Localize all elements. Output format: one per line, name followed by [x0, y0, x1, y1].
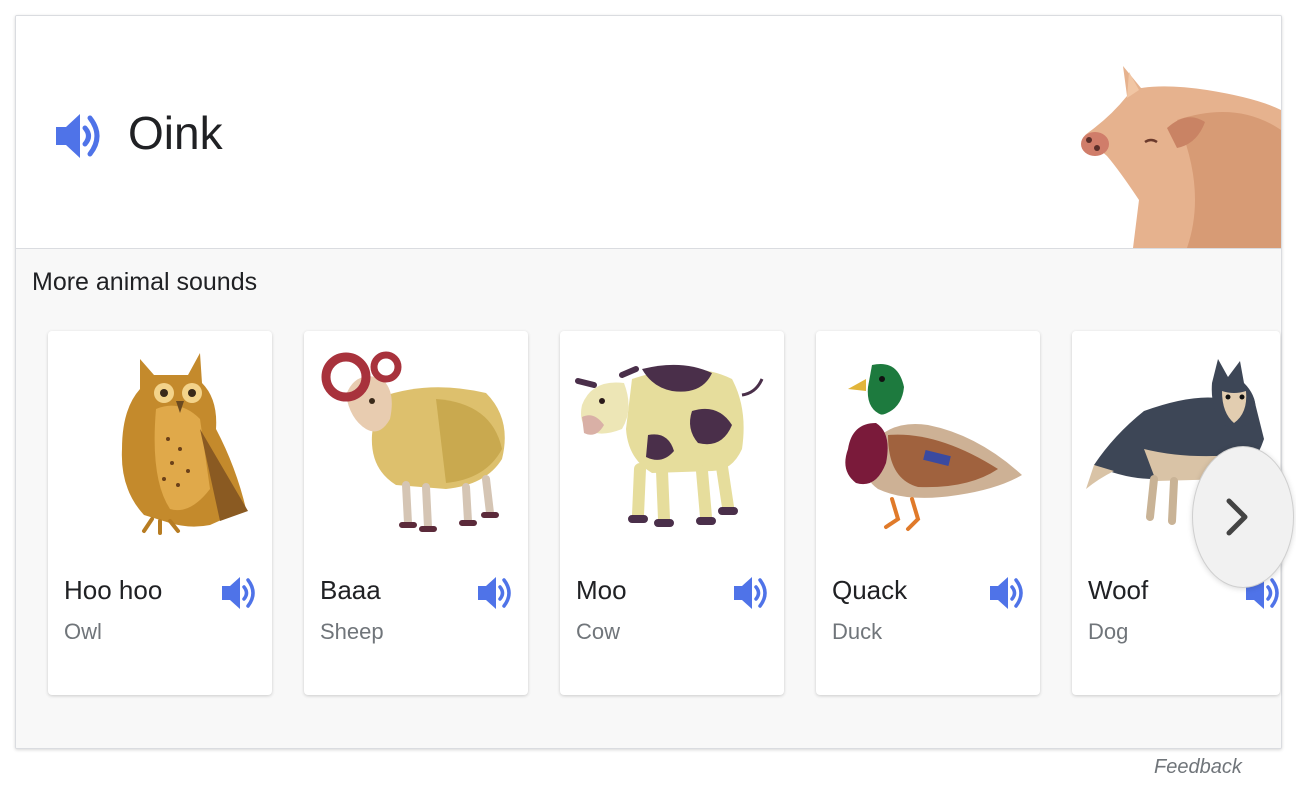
duck-illustration [828, 339, 1028, 549]
animal-sound: Quack [832, 575, 908, 605]
sheep-illustration [316, 339, 516, 549]
animal-name: Cow [576, 619, 621, 644]
animal-sound: Woof [1088, 575, 1149, 605]
animal-sound: Hoo hoo [64, 575, 163, 605]
speaker-icon[interactable] [988, 574, 1028, 612]
animal-card-owl[interactable]: Hoo hoo Owl [48, 331, 272, 695]
cow-illustration [572, 339, 772, 549]
section-title: More animal sounds [32, 268, 258, 296]
speaker-icon[interactable] [52, 110, 106, 162]
pig-illustration [1067, 60, 1281, 248]
speaker-icon[interactable] [732, 574, 772, 612]
animal-name: Sheep [320, 619, 384, 644]
animal-card-cow[interactable]: Moo Cow [560, 331, 784, 695]
featured-sound-panel: Oink [16, 16, 1281, 249]
animal-card-sheep[interactable]: Baaa Sheep [304, 331, 528, 695]
animal-name: Duck [832, 619, 883, 644]
animal-name: Dog [1088, 619, 1129, 644]
animal-card-duck[interactable]: Quack Duck [816, 331, 1040, 695]
chevron-right-icon [1226, 498, 1248, 536]
speaker-icon[interactable] [476, 574, 516, 612]
featured-sound-text: Oink [128, 107, 223, 159]
speaker-icon[interactable] [220, 574, 260, 612]
feedback-link[interactable]: Feedback [1154, 756, 1242, 779]
owl-illustration [60, 339, 260, 549]
animal-sound: Moo [576, 575, 627, 605]
animal-name: Owl [64, 619, 102, 644]
next-button[interactable] [1192, 446, 1294, 588]
animal-sound: Baaa [320, 575, 381, 605]
